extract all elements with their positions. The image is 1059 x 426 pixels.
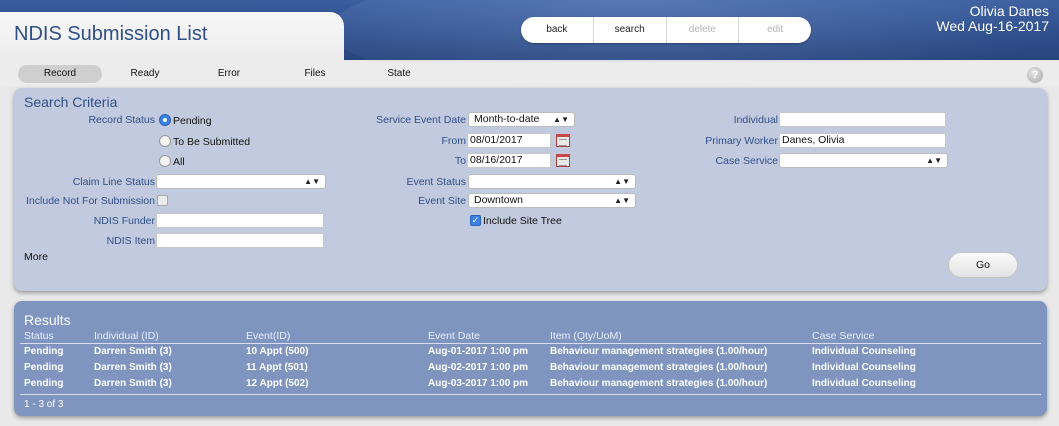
from-label: From [441,135,467,147]
cell-item: Behaviour management strategies (1.00/ho… [550,346,768,357]
results-title: Results [24,312,71,328]
table-row[interactable]: Pending Darren Smith (3) 10 Appt (500) A… [14,346,1047,359]
to-date-input[interactable]: 08/16/2017 [467,153,551,168]
event-site-value: Downtown [474,194,524,206]
column-status[interactable]: Status [24,330,54,342]
cell-item: Behaviour management strategies (1.00/ho… [550,378,768,389]
calendar-icon[interactable] [556,134,570,147]
ndis-funder-input[interactable] [156,213,324,228]
service-event-date-label: Service Event Date [376,114,466,126]
cell-event-date: Aug-03-2017 1:00 pm [428,378,529,389]
column-item[interactable]: Item (Qty/UoM) [550,330,622,342]
title-tab: NDIS Submission List [0,12,344,62]
select-arrows-icon: ▲▼ [304,177,320,186]
include-not-for-submission-label: Include Not For Submission [26,195,155,207]
to-label: To [454,155,466,167]
from-date-input[interactable]: 08/01/2017 [467,133,551,148]
tab-record[interactable]: Record [18,65,102,83]
ndis-item-input[interactable] [156,233,324,248]
cell-case-service: Individual Counseling [812,346,916,357]
radio-to-be-submitted-label: To Be Submitted [173,136,251,148]
case-service-select[interactable]: ▲▼ [779,153,948,168]
user-name: Olivia Danes [969,3,1049,19]
claim-line-status-label: Claim Line Status [72,176,155,188]
radio-all-label: All [173,156,185,168]
cell-individual: Darren Smith (3) [94,378,172,389]
cell-event: 12 Appt (502) [246,378,309,389]
search-button[interactable]: search [594,17,667,43]
event-site-label: Event Site [418,195,466,207]
cell-status: Pending [24,346,64,357]
ndis-item-label: NDIS Item [106,235,155,247]
include-not-for-submission-checkbox[interactable] [157,195,168,206]
radio-all[interactable] [159,155,171,167]
back-button[interactable]: back [521,17,594,43]
primary-worker-label: Primary Worker [705,135,778,147]
cell-case-service: Individual Counseling [812,378,916,389]
go-button[interactable]: Go [948,252,1018,278]
include-site-tree-label: Include Site Tree [483,215,562,227]
service-event-date-value: Month-to-date [474,113,540,125]
cell-event: 11 Appt (501) [246,362,308,373]
toolbar: back search delete edit [521,17,811,43]
event-status-select[interactable]: ▲▼ [468,174,636,189]
column-event[interactable]: Event(ID) [246,330,290,342]
cell-individual: Darren Smith (3) [94,362,172,373]
calendar-icon[interactable] [556,154,570,167]
radio-pending[interactable] [159,114,171,126]
individual-input[interactable] [779,112,946,127]
table-row[interactable]: Pending Darren Smith (3) 11 Appt (501) A… [14,362,1047,375]
select-arrows-icon: ▲▼ [614,177,630,186]
event-status-label: Event Status [406,176,466,188]
individual-label: Individual [733,114,778,126]
service-event-date-select[interactable]: Month-to-date ▲▼ [468,112,575,127]
tab-files[interactable]: Files [282,65,348,83]
table-row[interactable]: Pending Darren Smith (3) 12 Appt (502) A… [14,378,1047,391]
header-divider [20,343,1041,344]
cell-status: Pending [24,362,64,373]
radio-to-be-submitted[interactable] [159,135,171,147]
claim-line-status-select[interactable]: ▲▼ [156,174,326,189]
cell-item: Behaviour management strategies (1.00/ho… [550,362,768,373]
results-panel: Results Status Individual (ID) Event(ID)… [14,301,1047,416]
edit-button[interactable]: edit [739,17,811,43]
search-criteria-title: Search Criteria [24,94,118,110]
select-arrows-icon: ▲▼ [926,156,942,165]
ndis-funder-label: NDIS Funder [93,215,155,227]
tab-state[interactable]: State [366,65,432,83]
results-header: Status Individual (ID) Event(ID) Event D… [14,330,1047,344]
column-event-date[interactable]: Event Date [428,330,480,342]
user-info: Olivia Danes Wed Aug-16-2017 [936,4,1049,34]
cell-event-date: Aug-01-2017 1:00 pm [428,346,529,357]
help-icon[interactable]: ? [1027,67,1043,83]
include-site-tree-checkbox[interactable]: ✓ [470,215,481,226]
search-criteria-panel: Search Criteria Record Status Pending To… [14,88,1047,291]
footer-divider [20,394,1041,395]
column-case-service[interactable]: Case Service [812,330,874,342]
cell-individual: Darren Smith (3) [94,346,172,357]
select-arrows-icon: ▲▼ [614,196,630,205]
tab-bar: Record Ready Error Files State [0,62,1059,86]
record-status-label: Record Status [88,114,155,126]
select-arrows-icon: ▲▼ [553,115,569,124]
cell-case-service: Individual Counseling [812,362,916,373]
more-link[interactable]: More [24,251,48,263]
pagination-text: 1 - 3 of 3 [24,399,64,410]
delete-button[interactable]: delete [667,17,740,43]
column-individual[interactable]: Individual (ID) [94,330,159,342]
current-date: Wed Aug-16-2017 [936,18,1049,34]
page-title: NDIS Submission List [14,23,208,45]
tab-ready[interactable]: Ready [112,65,178,83]
primary-worker-input[interactable]: Danes, Olivia [779,133,946,148]
cell-event-date: Aug-02-2017 1:00 pm [428,362,529,373]
cell-event: 10 Appt (500) [246,346,309,357]
radio-pending-label: Pending [173,115,212,127]
tab-error[interactable]: Error [196,65,262,83]
cell-status: Pending [24,378,64,389]
case-service-label: Case Service [715,155,778,167]
event-site-select[interactable]: Downtown ▲▼ [468,193,636,208]
